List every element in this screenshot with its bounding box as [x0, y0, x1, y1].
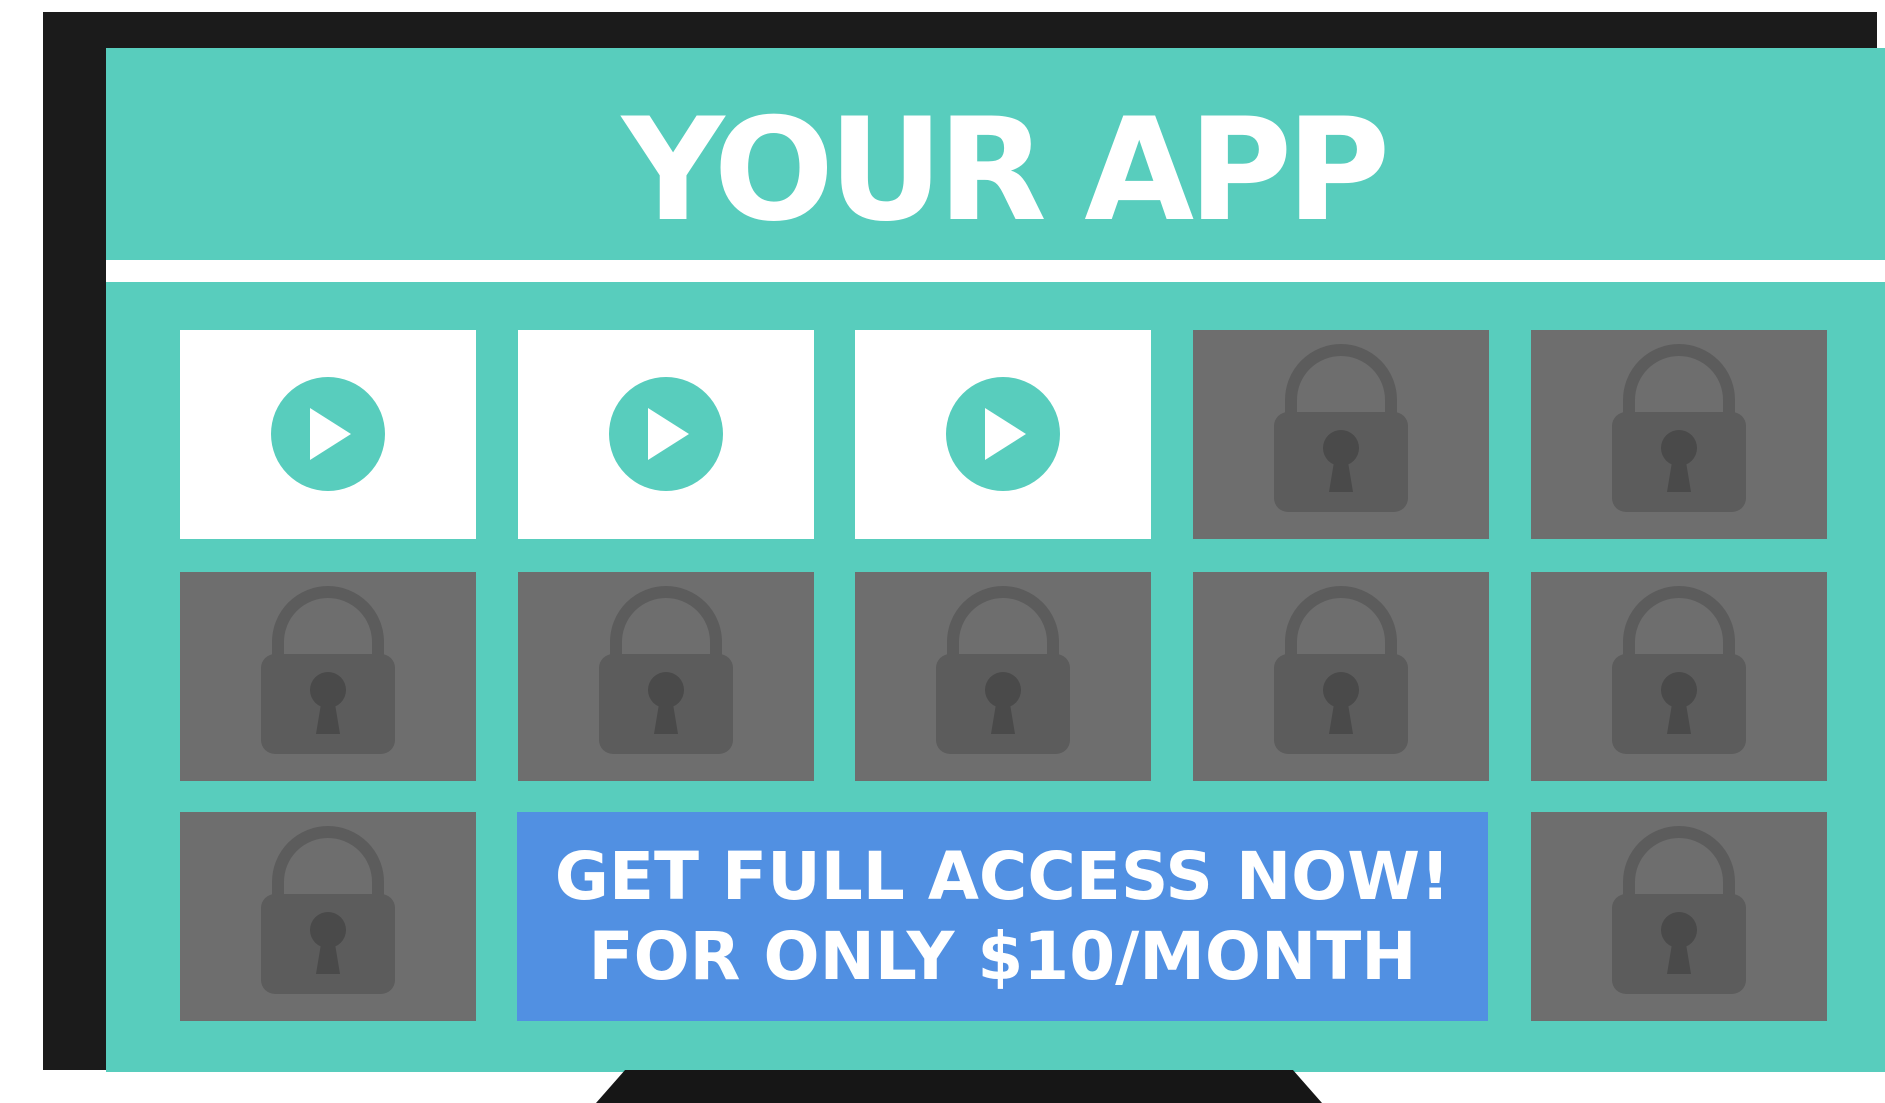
video-tile-locked	[1531, 812, 1827, 1021]
tv-screen: YOUR APP GET FULL ACCESS NOW! FOR ONLY $…	[106, 48, 1885, 1072]
lock-icon	[1612, 344, 1746, 512]
video-tile-locked	[1193, 572, 1489, 781]
get-full-access-button[interactable]: GET FULL ACCESS NOW! FOR ONLY $10/MONTH	[517, 812, 1488, 1021]
lock-icon	[936, 586, 1070, 754]
tv-frame: YOUR APP GET FULL ACCESS NOW! FOR ONLY $…	[43, 12, 1885, 1072]
video-tile-unlocked[interactable]	[518, 330, 814, 539]
video-tile-locked	[1531, 330, 1827, 539]
video-tile-locked	[1193, 330, 1489, 539]
tv-stand	[596, 1070, 1322, 1103]
header-divider	[106, 260, 1885, 282]
video-tile-locked	[518, 572, 814, 781]
lock-icon	[1612, 586, 1746, 754]
lock-icon	[1274, 586, 1408, 754]
app-title: YOUR APP	[621, 88, 1391, 253]
lock-icon	[1274, 344, 1408, 512]
play-icon	[946, 377, 1060, 491]
video-tile-locked	[180, 812, 476, 1021]
lock-icon	[261, 826, 395, 994]
video-tile-locked	[180, 572, 476, 781]
cta-line-2: FOR ONLY $10/MONTH	[588, 917, 1417, 995]
video-tile-unlocked[interactable]	[180, 330, 476, 539]
video-tile-unlocked[interactable]	[855, 330, 1151, 539]
video-tile-locked	[1531, 572, 1827, 781]
play-icon	[609, 377, 723, 491]
video-tile-locked	[855, 572, 1151, 781]
lock-icon	[1612, 826, 1746, 994]
cta-line-1: GET FULL ACCESS NOW!	[554, 838, 1451, 916]
lock-icon	[599, 586, 733, 754]
play-icon	[271, 377, 385, 491]
lock-icon	[261, 586, 395, 754]
